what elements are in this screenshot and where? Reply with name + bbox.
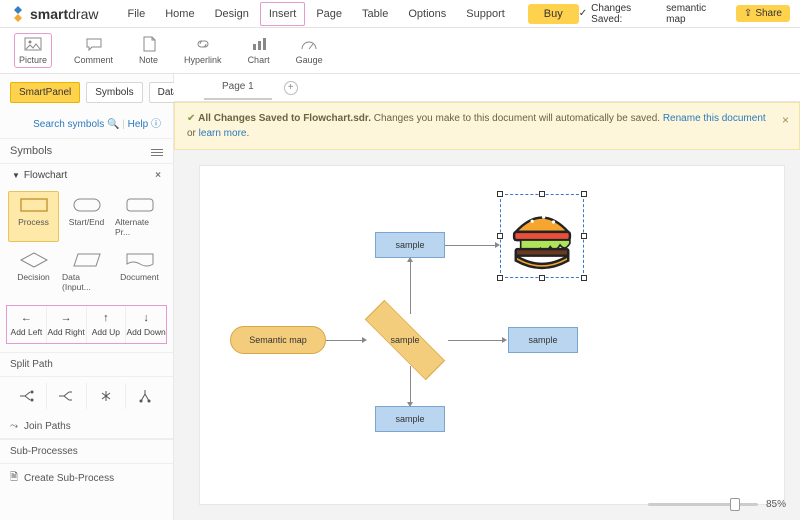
close-banner-icon[interactable]: × [782, 111, 789, 129]
menu-support[interactable]: Support [457, 2, 514, 26]
shape-data-input-[interactable]: Data (Input... [61, 246, 112, 297]
ribbon-hyperlink[interactable]: Hyperlink [180, 34, 226, 67]
shape-document[interactable]: Document [114, 246, 165, 297]
arrow-decision-to-top [410, 262, 411, 314]
zoom-value: 85% [766, 499, 786, 510]
check-icon: ✓ [579, 8, 587, 19]
side-tab-symbols[interactable]: Symbols [86, 82, 142, 103]
check-icon: ✔ [187, 113, 198, 124]
menu-options[interactable]: Options [399, 2, 455, 26]
node-decision[interactable]: sample [362, 317, 448, 363]
ribbon-note[interactable]: Note [135, 34, 162, 67]
node-right[interactable]: sample [508, 327, 578, 353]
split-path-option-2[interactable] [47, 383, 86, 409]
arrow-top-to-image [445, 245, 495, 246]
help-icon: ⓘ [151, 119, 161, 130]
page-tab-1[interactable]: Page 1 [204, 75, 272, 100]
share-icon: ⇪ [744, 8, 752, 19]
rename-document-link[interactable]: Rename this document [663, 113, 766, 124]
side-tab-smartpanel[interactable]: SmartPanel [10, 82, 80, 103]
buy-button[interactable]: Buy [528, 4, 579, 24]
shape-decision[interactable]: Decision [8, 246, 59, 297]
help-link[interactable]: Help [128, 119, 149, 130]
zoom-thumb[interactable] [730, 498, 740, 511]
join-paths-heading[interactable]: Join Paths [24, 421, 71, 432]
split-path-option-3[interactable] [87, 383, 126, 409]
menu-table[interactable]: Table [353, 2, 397, 26]
gauge-icon [300, 36, 318, 52]
quick-add-down[interactable]: ↓Add Down [126, 306, 166, 343]
picture-icon [24, 36, 42, 52]
symbol-group-name: Flowchart [24, 170, 67, 181]
arrow-icon: → [61, 312, 72, 324]
search-symbols-link[interactable]: Search symbols [33, 119, 104, 130]
node-start[interactable]: Semantic map [230, 326, 326, 354]
hamburger-icon[interactable] [151, 147, 163, 156]
arrow-decision-to-bottom [410, 366, 411, 402]
menu-design[interactable]: Design [206, 2, 258, 26]
menu-page[interactable]: Page [307, 2, 351, 26]
app-logo: smartdraw [10, 6, 99, 22]
note-icon [140, 36, 158, 52]
arrow-start-to-decision [326, 340, 362, 341]
menu-home[interactable]: Home [156, 2, 203, 26]
node-top[interactable]: sample [375, 232, 445, 258]
ribbon-gauge[interactable]: Gauge [292, 34, 327, 67]
hyperlink-icon [194, 36, 212, 52]
learn-more-link[interactable]: learn more [199, 128, 247, 139]
menu-file[interactable]: File [119, 2, 155, 26]
create-sub-process-button[interactable]: 🗎 Create Sub-Process [0, 464, 173, 493]
ribbon-chart[interactable]: Chart [244, 34, 274, 67]
save-status: ✓ Changes Saved: semantic map [579, 3, 726, 25]
quick-add-up[interactable]: ↑Add Up [87, 306, 127, 343]
share-button[interactable]: ⇪ Share [736, 5, 790, 22]
shape-start-end[interactable]: Start/End [61, 191, 112, 242]
ribbon-picture[interactable]: Picture [14, 33, 52, 68]
new-doc-icon: 🗎 [10, 470, 18, 487]
comment-icon [85, 36, 103, 52]
chevron-down-icon[interactable]: ▼ [12, 171, 20, 180]
node-bottom[interactable]: sample [375, 406, 445, 432]
close-group-icon[interactable]: × [155, 170, 161, 181]
shape-alternate-pr-[interactable]: Alternate Pr... [114, 191, 165, 242]
zoom-control[interactable]: 85% [648, 499, 786, 510]
ribbon-comment[interactable]: Comment [70, 34, 117, 67]
split-path-option-4[interactable] [126, 383, 165, 409]
burger-image-icon [501, 195, 583, 277]
split-path-option-1[interactable] [8, 383, 47, 409]
inserted-picture[interactable] [500, 194, 584, 278]
drawing-canvas[interactable]: Semantic map sample sample sample sample [200, 166, 784, 504]
arrow-icon: ↑ [103, 312, 109, 324]
arrow-icon: ← [21, 312, 32, 324]
menu-insert[interactable]: Insert [260, 2, 306, 26]
shape-process[interactable]: Process [8, 191, 59, 242]
zoom-slider[interactable] [648, 503, 758, 506]
quick-add-left[interactable]: ←Add Left [7, 306, 47, 343]
search-icon: 🔍 [107, 119, 119, 130]
split-path-heading: Split Path [0, 352, 173, 377]
add-page-button[interactable]: + [284, 81, 298, 95]
quick-add-right[interactable]: →Add Right [47, 306, 87, 343]
chart-icon [250, 36, 268, 52]
sub-processes-heading: Sub-Processes [0, 439, 173, 464]
info-banner: ✔ All Changes Saved to Flowchart.sdr. Ch… [174, 102, 800, 150]
symbols-heading: Symbols [10, 145, 52, 157]
arrow-icon: ↓ [143, 312, 149, 324]
arrow-decision-to-right [448, 340, 502, 341]
